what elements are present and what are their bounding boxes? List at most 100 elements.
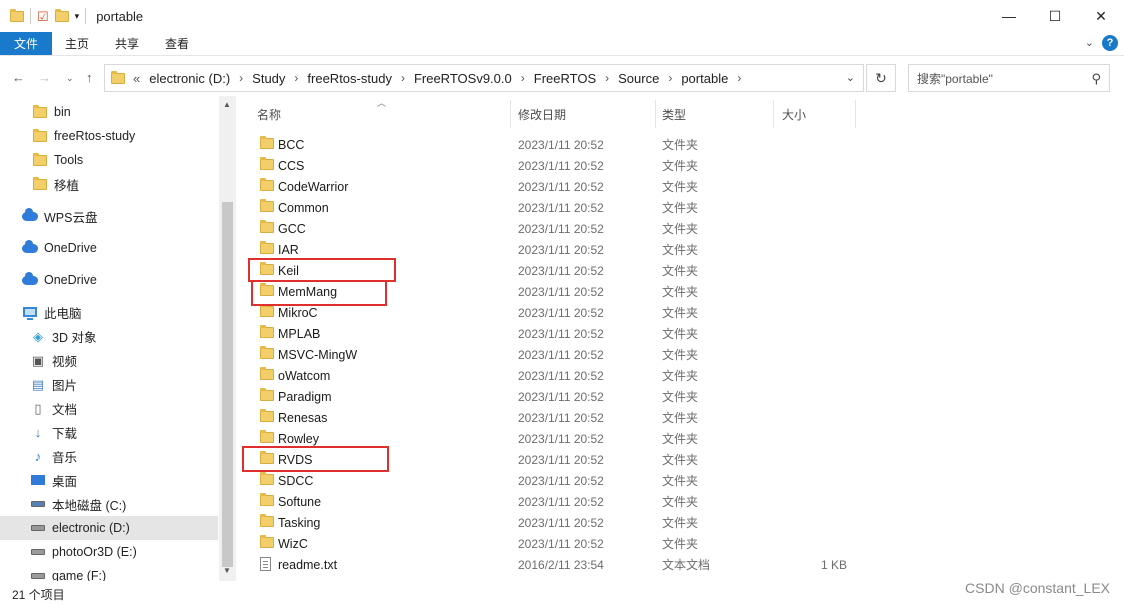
nav-item-label: 桌面 bbox=[52, 474, 78, 489]
text-file-icon bbox=[260, 557, 271, 571]
nav-item-bin[interactable]: bin bbox=[0, 100, 218, 124]
breadcrumb-overflow[interactable]: « bbox=[133, 71, 140, 86]
column-divider[interactable] bbox=[655, 100, 656, 128]
breadcrumb-source[interactable]: Source bbox=[618, 71, 659, 86]
navigation-scrollbar[interactable]: ▲ ▼ bbox=[219, 96, 236, 581]
help-icon[interactable]: ? bbox=[1102, 35, 1118, 51]
nav-item-music[interactable]: ♪ 音乐 bbox=[0, 444, 218, 468]
nav-item-label: 下载 bbox=[52, 426, 78, 441]
folder-icon bbox=[260, 346, 274, 359]
chevron-right-icon[interactable]: › bbox=[294, 71, 298, 85]
nav-item-drive-f[interactable]: game (F:) bbox=[0, 564, 218, 581]
file-row[interactable]: Tasking 2023/1/11 20:52 文件夹 bbox=[236, 512, 1124, 533]
expand-ribbon-icon[interactable]: ⌄ bbox=[1085, 37, 1094, 49]
file-row[interactable]: BCC 2023/1/11 20:52 文件夹 bbox=[236, 134, 1124, 155]
breadcrumb-freertos[interactable]: FreeRTOS bbox=[534, 71, 596, 86]
file-row[interactable]: CodeWarrior 2023/1/11 20:52 文件夹 bbox=[236, 176, 1124, 197]
file-row[interactable]: Renesas 2023/1/11 20:52 文件夹 bbox=[236, 407, 1124, 428]
file-row[interactable]: Common 2023/1/11 20:52 文件夹 bbox=[236, 197, 1124, 218]
chevron-right-icon[interactable]: › bbox=[737, 71, 741, 85]
nav-item-drive-d[interactable]: electronic (D:) bbox=[0, 516, 218, 540]
nav-item-onedrive[interactable]: OneDrive bbox=[0, 236, 218, 260]
nav-item-videos[interactable]: ▣ 视频 bbox=[0, 348, 218, 372]
column-divider[interactable] bbox=[773, 100, 774, 128]
chevron-right-icon[interactable]: › bbox=[401, 71, 405, 85]
file-date: 2023/1/11 20:52 bbox=[518, 200, 604, 215]
chevron-right-icon[interactable]: › bbox=[605, 71, 609, 85]
address-bar[interactable]: « electronic (D:) › Study › freeRtos-stu… bbox=[104, 64, 864, 92]
file-date: 2023/1/11 20:52 bbox=[518, 158, 604, 173]
nav-item-pictures[interactable]: ▤ 图片 bbox=[0, 372, 218, 396]
nav-item-desktop[interactable]: 桌面 bbox=[0, 468, 218, 492]
scroll-up-icon[interactable]: ▲ bbox=[223, 100, 231, 109]
nav-item-tools[interactable]: Tools bbox=[0, 148, 218, 172]
file-row[interactable]: Paradigm 2023/1/11 20:52 文件夹 bbox=[236, 386, 1124, 407]
close-button[interactable]: ✕ bbox=[1078, 0, 1124, 32]
file-row[interactable]: MSVC-MingW 2023/1/11 20:52 文件夹 bbox=[236, 344, 1124, 365]
back-arrow-icon[interactable]: ← bbox=[12, 70, 25, 85]
file-row[interactable]: oWatcom 2023/1/11 20:52 文件夹 bbox=[236, 365, 1124, 386]
nav-item-onedrive-2[interactable]: OneDrive bbox=[0, 268, 218, 292]
nav-item-documents[interactable]: ▯ 文档 bbox=[0, 396, 218, 420]
file-row[interactable]: GCC 2023/1/11 20:52 文件夹 bbox=[236, 218, 1124, 239]
search-input[interactable]: 搜索"portable" ⚲ bbox=[908, 64, 1110, 92]
nav-item-3d-objects[interactable]: ◈ 3D 对象 bbox=[0, 324, 218, 348]
address-history-dropdown-icon[interactable]: ⌄ bbox=[846, 71, 855, 84]
tab-view[interactable]: 查看 bbox=[152, 32, 202, 55]
column-divider[interactable] bbox=[510, 100, 511, 128]
status-bar: 21 个项目 bbox=[0, 582, 1124, 607]
chevron-right-icon[interactable]: › bbox=[521, 71, 525, 85]
column-divider[interactable] bbox=[855, 100, 856, 128]
column-header-type[interactable]: 类型 bbox=[662, 100, 686, 128]
scroll-down-icon[interactable]: ▼ bbox=[223, 566, 231, 575]
customize-toolbar-icon[interactable]: ▾ bbox=[75, 11, 80, 21]
nav-item-freertos-study[interactable]: freeRtos-study bbox=[0, 124, 218, 148]
breadcrumb-freertosv9[interactable]: FreeRTOSv9.0.0 bbox=[414, 71, 512, 86]
recent-locations-icon[interactable]: ⌄ bbox=[66, 73, 74, 84]
nav-item-port[interactable]: 移植 bbox=[0, 172, 218, 196]
folder-icon bbox=[260, 388, 274, 401]
file-row[interactable]: SDCC 2023/1/11 20:52 文件夹 bbox=[236, 470, 1124, 491]
file-row[interactable]: readme.txt 2016/2/11 23:54 文本文档 1 KB bbox=[236, 554, 1124, 575]
file-name: Common bbox=[278, 200, 329, 215]
up-arrow-icon[interactable]: ↑ bbox=[86, 70, 93, 85]
properties-icon[interactable]: ☑ bbox=[37, 10, 49, 23]
tab-home[interactable]: 主页 bbox=[52, 32, 102, 55]
breadcrumb-portable[interactable]: portable bbox=[681, 71, 728, 86]
file-row[interactable]: CCS 2023/1/11 20:52 文件夹 bbox=[236, 155, 1124, 176]
file-type: 文件夹 bbox=[662, 306, 699, 320]
minimize-button[interactable]: — bbox=[986, 0, 1032, 32]
pc-icon bbox=[22, 305, 38, 320]
file-row[interactable]: Softune 2023/1/11 20:52 文件夹 bbox=[236, 491, 1124, 512]
file-type: 文件夹 bbox=[662, 243, 699, 257]
file-row[interactable]: MPLAB 2023/1/11 20:52 文件夹 bbox=[236, 323, 1124, 344]
nav-item-drive-e[interactable]: photoOr3D (E:) bbox=[0, 540, 218, 564]
column-header-name[interactable]: 名称 bbox=[257, 100, 281, 128]
maximize-button[interactable]: ☐ bbox=[1032, 0, 1078, 32]
quick-access-toolbar: ☑ ▾ bbox=[0, 8, 87, 24]
forward-arrow-icon[interactable]: → bbox=[38, 70, 51, 85]
nav-item-downloads[interactable]: ↓ 下载 bbox=[0, 420, 218, 444]
chevron-right-icon[interactable]: › bbox=[668, 71, 672, 85]
scrollbar-thumb[interactable] bbox=[222, 202, 233, 567]
breadcrumb-study[interactable]: Study bbox=[252, 71, 285, 86]
file-row[interactable]: IAR 2023/1/11 20:52 文件夹 bbox=[236, 239, 1124, 260]
column-header-date[interactable]: 修改日期 bbox=[518, 100, 566, 128]
nav-item-drive-c[interactable]: 本地磁盘 (C:) bbox=[0, 492, 218, 516]
folder-icon bbox=[32, 176, 48, 191]
search-icon[interactable]: ⚲ bbox=[1091, 71, 1101, 87]
breadcrumb-drive[interactable]: electronic (D:) bbox=[149, 71, 230, 86]
chevron-right-icon[interactable]: › bbox=[239, 71, 243, 85]
nav-item-wps-cloud[interactable]: WPS云盘 bbox=[0, 204, 218, 228]
nav-item-this-pc[interactable]: 此电脑 bbox=[0, 300, 218, 324]
file-type: 文件夹 bbox=[662, 369, 699, 383]
tab-share[interactable]: 共享 bbox=[102, 32, 152, 55]
refresh-button[interactable]: ↻ bbox=[866, 64, 896, 92]
breadcrumb-freertos-study[interactable]: freeRtos-study bbox=[307, 71, 392, 86]
new-folder-icon[interactable] bbox=[54, 8, 69, 22]
file-row[interactable]: WizC 2023/1/11 20:52 文件夹 bbox=[236, 533, 1124, 554]
column-header-size[interactable]: 大小 bbox=[782, 100, 806, 128]
tab-file[interactable]: 文件 bbox=[0, 32, 53, 55]
search-placeholder: 搜索"portable" bbox=[917, 71, 993, 86]
picture-icon: ▤ bbox=[31, 376, 45, 392]
